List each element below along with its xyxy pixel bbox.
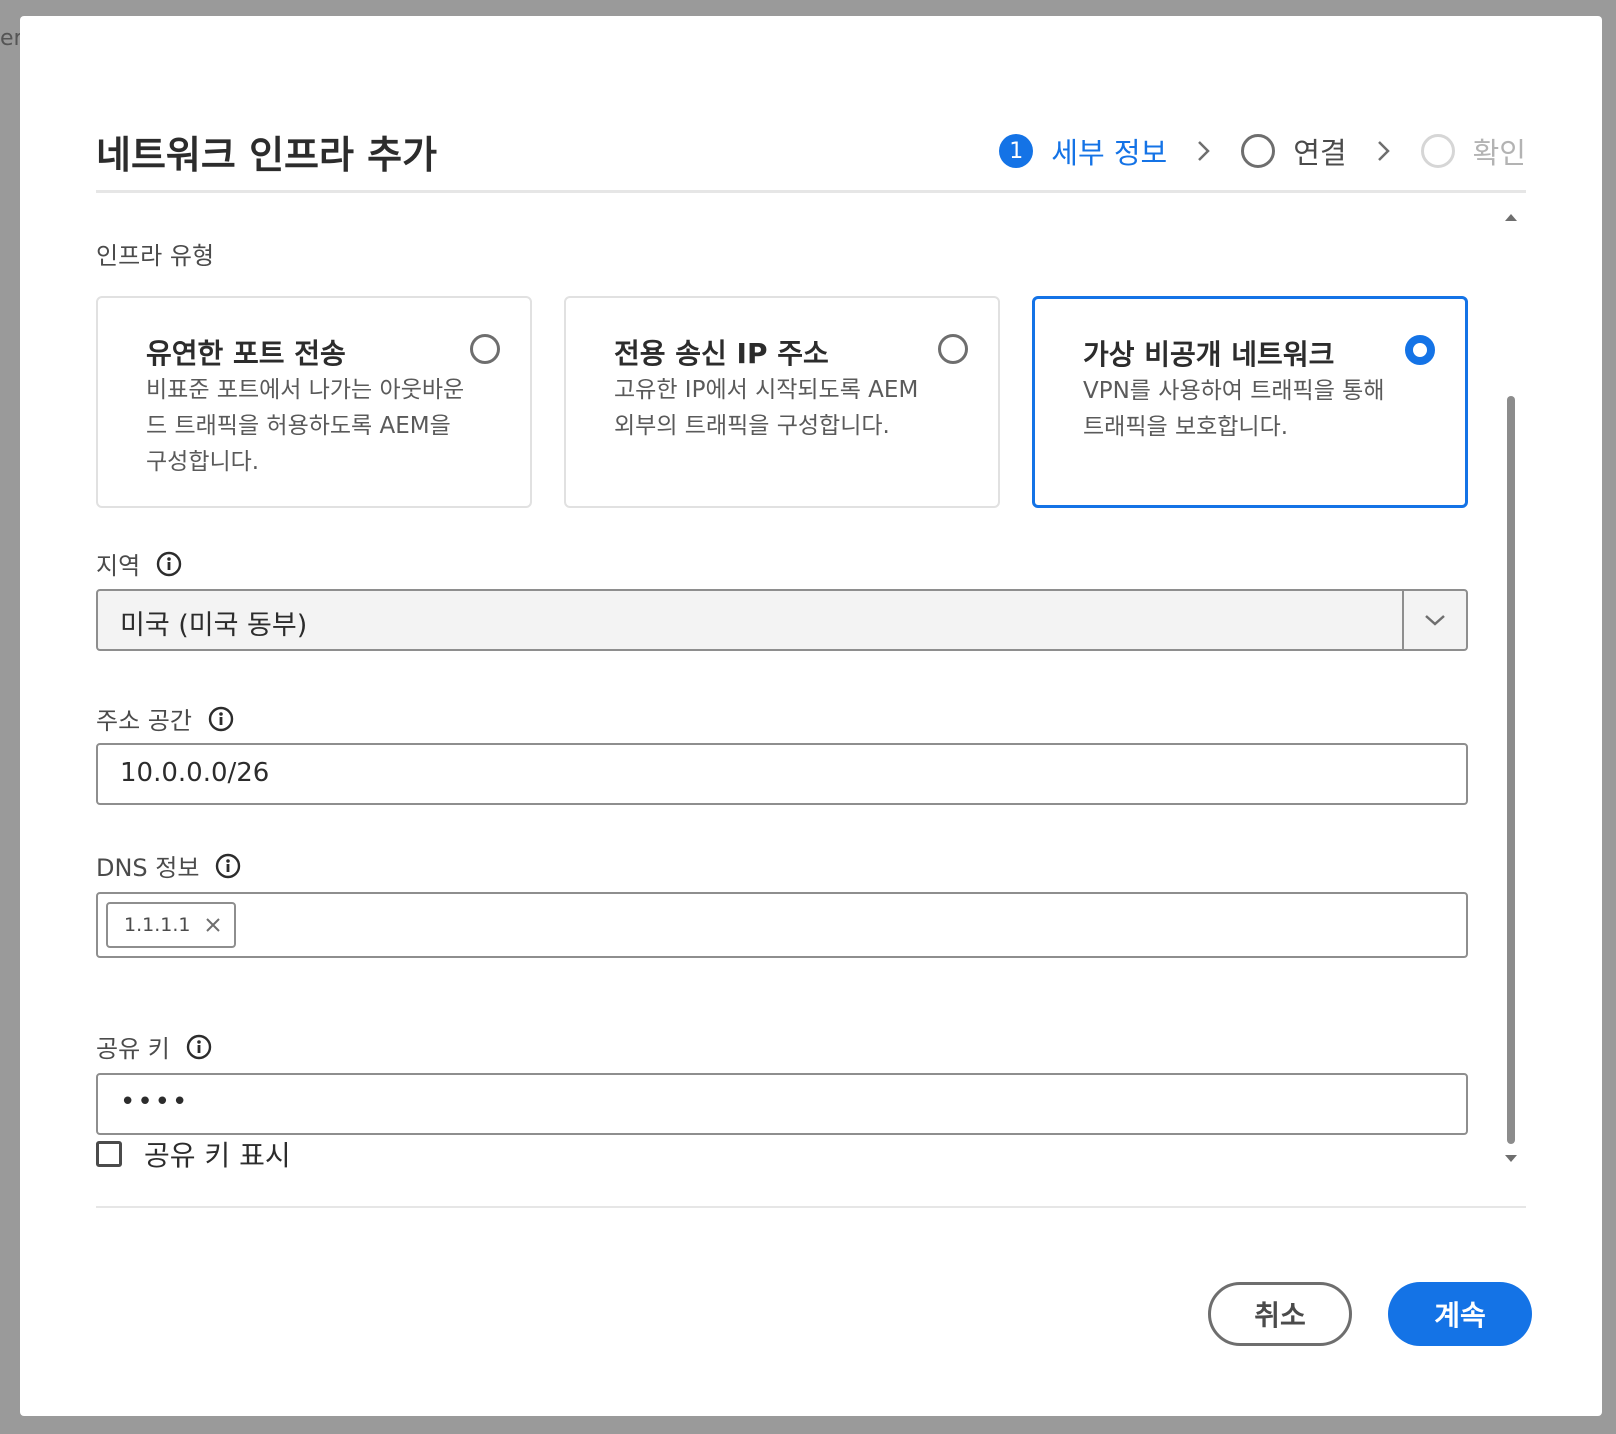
address-space-label: 주소 공간 [96,701,234,736]
shared-key-label-text: 공유 키 [96,1035,170,1063]
region-select-value: 미국 (미국 동부) [120,610,308,641]
scroll-down-icon[interactable] [1504,1154,1518,1164]
step-2-indicator [1241,134,1276,168]
info-icon[interactable] [156,551,182,577]
dns-tag-label: 1.1.1.1 [124,914,191,936]
card-title: 가상 비공개 네트워크 [1083,338,1335,371]
show-shared-key-row[interactable]: 공유 키 표시 [96,1134,291,1174]
region-label-text: 지역 [96,552,141,580]
address-space-value: 10.0.0.0/26 [120,758,270,788]
step-connection: 연결 [1241,130,1347,172]
card-title: 전용 송신 IP 주소 [614,337,829,370]
close-icon[interactable] [204,916,222,934]
step-3-indicator [1420,134,1455,168]
chevron-down-icon [1425,615,1445,626]
stepper: 1 세부 정보 연결 확인 [999,130,1526,172]
region-select[interactable]: 미국 (미국 동부) [96,589,1468,651]
step-confirm: 확인 [1420,130,1526,172]
shared-key-label: 공유 키 [96,1029,212,1064]
add-network-infrastructure-dialog: 네트워크 인프라 추가 1 세부 정보 연결 확인 인프라 유형 유연한 포트 … [20,16,1602,1416]
card-description: 비표준 포트에서 나가는 아웃바운드 트래픽을 허용하도록 AEM을 구성합니다… [146,377,465,475]
card-virtual-private-network[interactable]: 가상 비공개 네트워크 VPN를 사용하여 트래픽을 통해 트래픽을 보호합니다… [1032,296,1468,508]
step-connection-label: 연결 [1293,136,1347,170]
card-description: 고유한 IP에서 시작되도록 AEM 외부의 트래픽을 구성합니다. [614,377,919,439]
region-label: 지역 [96,546,182,581]
dialog-title: 네트워크 인프라 추가 [96,133,438,177]
cancel-button[interactable]: 취소 [1208,1282,1352,1346]
step-1-indicator: 1 [999,134,1034,168]
header-divider [96,190,1526,193]
card-flexible-port-egress[interactable]: 유연한 포트 전송 비표준 포트에서 나가는 아웃바운드 트래픽을 허용하도록 … [96,296,532,508]
address-space-label-text: 주소 공간 [96,707,192,735]
continue-button[interactable]: 계속 [1388,1282,1532,1346]
info-icon[interactable] [208,706,234,732]
address-space-input[interactable]: 10.0.0.0/26 [96,743,1468,805]
region-dropdown-button[interactable] [1402,591,1466,649]
show-shared-key-checkbox[interactable] [96,1141,122,1167]
chevron-right-icon [1187,134,1221,168]
scrollbar-thumb[interactable] [1507,396,1515,1144]
shared-key-input[interactable]: •••• [96,1073,1468,1135]
radio-virtual-private-network[interactable] [1405,335,1435,365]
step-details-label: 세부 정보 [1051,136,1168,170]
radio-dedicated-egress-ip[interactable] [938,334,968,364]
radio-flexible-port-egress[interactable] [470,334,500,364]
shared-key-value: •••• [120,1087,190,1117]
dns-label: DNS 정보 [96,848,241,883]
card-dedicated-egress-ip[interactable]: 전용 송신 IP 주소 고유한 IP에서 시작되도록 AEM 외부의 트래픽을 … [564,296,1000,508]
show-shared-key-label: 공유 키 표시 [144,1139,291,1172]
infra-type-label-text: 인프라 유형 [96,242,215,270]
card-description: VPN를 사용하여 트래픽을 통해 트래픽을 보호합니다. [1083,378,1385,440]
dialog-content: 인프라 유형 유연한 포트 전송 비표준 포트에서 나가는 아웃바운드 트래픽을… [96,196,1486,1181]
dns-tag: 1.1.1.1 [106,902,237,948]
info-icon[interactable] [215,853,241,879]
card-title: 유연한 포트 전송 [146,337,346,370]
step-details: 1 세부 정보 [999,130,1167,172]
footer-divider [96,1206,1526,1208]
content-scrollbar[interactable] [1504,200,1518,1166]
chevron-right-icon [1367,134,1401,168]
scroll-up-icon[interactable] [1504,212,1518,222]
infra-type-label: 인프라 유형 [96,236,214,271]
dns-label-text: DNS 정보 [96,854,200,882]
step-confirm-label: 확인 [1472,136,1526,170]
dns-tag-input[interactable]: 1.1.1.1 [96,892,1468,958]
info-icon[interactable] [186,1034,212,1060]
